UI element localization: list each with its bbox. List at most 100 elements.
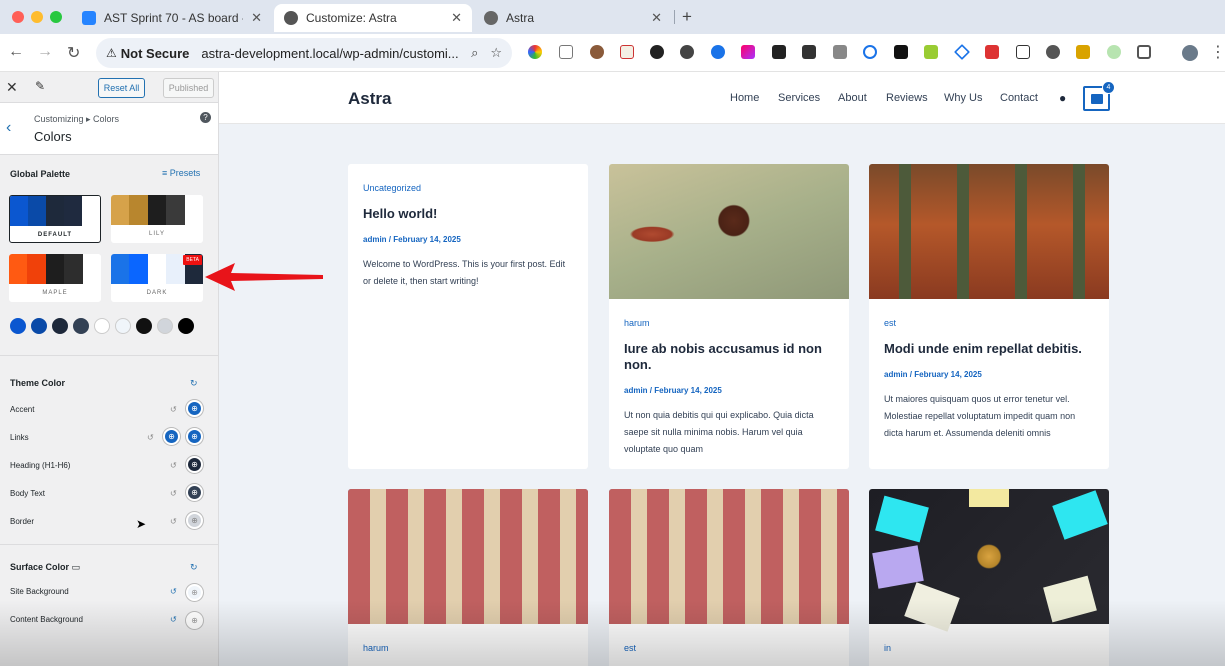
swatch[interactable]: [31, 318, 47, 334]
post-title[interactable]: Iure ab nobis accusamus id non non.: [624, 341, 834, 373]
new-tab-icon[interactable]: +: [682, 7, 692, 27]
close-tab-icon[interactable]: ✕: [451, 10, 462, 26]
post-category[interactable]: in: [884, 643, 1094, 653]
close-icon[interactable]: ✕: [6, 79, 18, 96]
nav-contact[interactable]: Contact: [1000, 92, 1038, 104]
reset-icon[interactable]: ↺: [170, 489, 177, 498]
post-category[interactable]: Uncategorized: [363, 183, 573, 193]
text-extension-icon[interactable]: [559, 45, 573, 59]
post-meta[interactable]: admin / February 14, 2025: [363, 235, 573, 244]
bookmark-star-icon[interactable]: ☆: [490, 45, 502, 61]
extension-icon[interactable]: [1076, 45, 1090, 59]
url-text[interactable]: astra-development.local/wp-admin/customi…: [201, 46, 459, 61]
extension-icon[interactable]: [1107, 45, 1121, 59]
accent-color-picker[interactable]: ⊕: [186, 400, 203, 417]
forward-icon[interactable]: →: [37, 43, 53, 61]
browser-tab-jira[interactable]: AST Sprint 70 - AS board - Sc ✕: [72, 4, 272, 32]
cart-button[interactable]: 4: [1083, 81, 1115, 111]
post-title[interactable]: Modi unde enim repellat debitis.: [884, 341, 1094, 357]
browser-tab-astra[interactable]: Astra ✕: [474, 4, 672, 32]
reset-icon[interactable]: ↻: [190, 562, 198, 573]
post-meta[interactable]: admin / February 14, 2025: [624, 386, 834, 395]
post-image-wax-seal[interactable]: [609, 164, 849, 299]
post-title[interactable]: Hello world!: [363, 206, 573, 222]
swatch[interactable]: [157, 318, 173, 334]
help-icon[interactable]: ?: [200, 112, 211, 123]
reset-icon[interactable]: ↻: [190, 378, 198, 389]
link-hover-color-picker[interactable]: ⊕: [186, 428, 203, 445]
wordpress-extension-icon[interactable]: [680, 45, 694, 59]
color-extension-icon[interactable]: [528, 45, 542, 59]
border-color-picker[interactable]: ⊕: [186, 512, 203, 529]
published-button[interactable]: Published: [163, 78, 214, 98]
reset-icon[interactable]: ↺: [147, 433, 154, 442]
site-logo[interactable]: Astra: [348, 89, 391, 109]
extension-icon[interactable]: [1046, 45, 1060, 59]
extension-icon[interactable]: [985, 45, 999, 59]
extension-icon[interactable]: [954, 44, 970, 60]
minimize-window-button[interactable]: [31, 11, 43, 23]
reset-icon[interactable]: ↺: [170, 615, 177, 624]
brush-icon[interactable]: ✎: [35, 79, 45, 93]
nav-services[interactable]: Services: [778, 92, 820, 104]
back-arrow-icon[interactable]: ‹: [6, 119, 11, 137]
nav-about[interactable]: About: [838, 92, 867, 104]
post-category[interactable]: est: [624, 643, 834, 653]
palette-maple[interactable]: MAPLE: [9, 254, 101, 302]
extension-icon[interactable]: [772, 45, 786, 59]
browser-menu-icon[interactable]: ⋮: [1210, 42, 1225, 62]
css-extension-icon[interactable]: [1016, 45, 1030, 59]
cookie-extension-icon[interactable]: [590, 45, 604, 59]
reset-icon[interactable]: ↺: [170, 587, 177, 596]
maximize-window-button[interactable]: [50, 11, 62, 23]
swatch[interactable]: [115, 318, 131, 334]
user-icon[interactable]: ●: [1059, 91, 1066, 105]
close-tab-icon[interactable]: ✕: [651, 10, 662, 26]
extension-icon[interactable]: [650, 45, 664, 59]
reset-icon[interactable]: ↺: [170, 517, 177, 526]
heading-color-picker[interactable]: ⊕: [186, 456, 203, 473]
extension-icon[interactable]: [741, 45, 755, 59]
reset-all-button[interactable]: Reset All: [98, 78, 145, 98]
eyedropper-icon[interactable]: [802, 45, 816, 59]
post-image-building[interactable]: [348, 489, 588, 624]
swatch[interactable]: [94, 318, 110, 334]
swatch[interactable]: [73, 318, 89, 334]
zoom-icon[interactable]: ⌕: [471, 45, 478, 61]
profile-avatar[interactable]: [1182, 45, 1198, 61]
post-category[interactable]: harum: [624, 318, 834, 328]
js-extension-icon[interactable]: [924, 45, 938, 59]
body-text-color-picker[interactable]: ⊕: [186, 484, 203, 501]
link-color-picker[interactable]: ⊕: [163, 428, 180, 445]
presets-link[interactable]: ≡ Presets: [162, 168, 200, 178]
palette-lily[interactable]: LILY: [111, 195, 203, 243]
palette-default[interactable]: DEFAULT: [9, 195, 101, 243]
content-background-picker[interactable]: ⊕: [186, 612, 203, 629]
palette-dark[interactable]: DARK BETA: [111, 254, 203, 302]
post-image-building[interactable]: [609, 489, 849, 624]
swatch[interactable]: [52, 318, 68, 334]
extension-icon[interactable]: [711, 45, 725, 59]
reload-icon[interactable]: ↻: [67, 43, 80, 63]
swatch[interactable]: [10, 318, 26, 334]
post-image-fence[interactable]: [869, 164, 1109, 299]
site-background-picker[interactable]: ⊕: [186, 584, 203, 601]
extensions-puzzle-icon[interactable]: [1137, 45, 1151, 59]
close-tab-icon[interactable]: ✕: [251, 10, 262, 26]
swatch[interactable]: [178, 318, 194, 334]
browser-tab-customize[interactable]: Customize: Astra ✕: [274, 4, 472, 32]
reset-icon[interactable]: ↺: [170, 461, 177, 470]
swatch[interactable]: [136, 318, 152, 334]
post-category[interactable]: est: [884, 318, 1094, 328]
address-bar[interactable]: ⚠ Not Secure astra-development.local/wp-…: [96, 38, 512, 68]
close-window-button[interactable]: [12, 11, 24, 23]
nav-why-us[interactable]: Why Us: [944, 92, 983, 104]
camera-icon[interactable]: [833, 45, 847, 59]
back-icon[interactable]: ←: [8, 43, 24, 61]
copyright-icon[interactable]: [863, 45, 877, 59]
extension-icon[interactable]: [894, 45, 908, 59]
reset-icon[interactable]: ↺: [170, 405, 177, 414]
post-meta[interactable]: admin / February 14, 2025: [884, 370, 1094, 379]
nav-reviews[interactable]: Reviews: [886, 92, 928, 104]
post-category[interactable]: harum: [363, 643, 573, 653]
